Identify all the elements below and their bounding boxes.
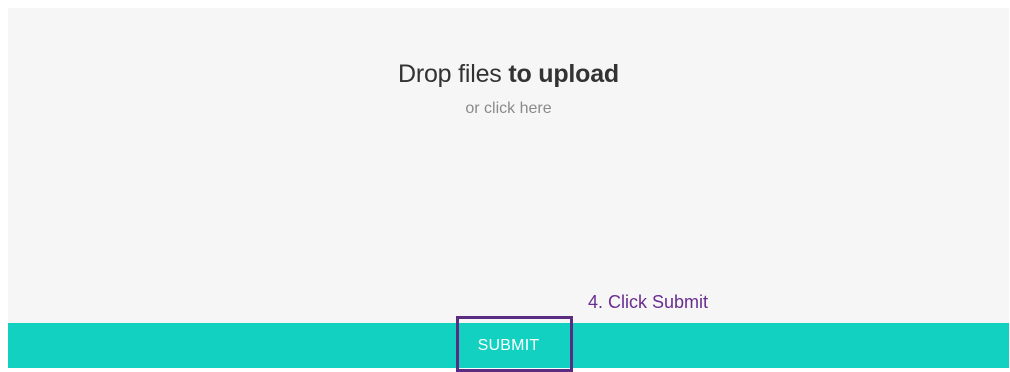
dropzone-subtitle[interactable]: or click here (8, 100, 1009, 118)
file-dropzone[interactable]: Drop files to upload or click here (8, 8, 1009, 323)
dropzone-title-strong: to upload (508, 60, 620, 88)
dropzone-title: Drop files to upload (8, 60, 1009, 89)
submit-button-label: SUBMIT (477, 336, 540, 354)
step-annotation: 4. Click Submit (588, 292, 709, 312)
submit-button[interactable]: SUBMIT (8, 323, 1009, 368)
dropzone-title-plain: Drop files (397, 60, 509, 88)
